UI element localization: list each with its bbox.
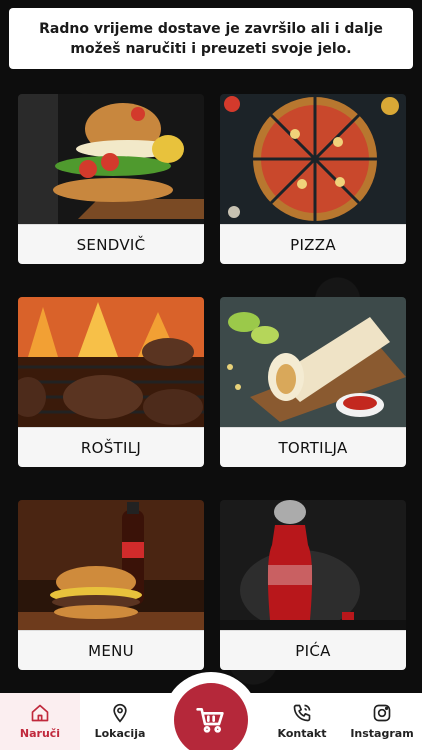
category-label: PIĆA (220, 630, 406, 670)
nav-item-contact[interactable]: Kontakt (262, 693, 342, 750)
category-label: TORTILJA (220, 427, 406, 467)
burger-and-cola-photo (18, 500, 204, 630)
tortilla-photo (220, 297, 406, 427)
cart-icon (196, 708, 224, 733)
delivery-hours-notice: Radno vrijeme dostave je završilo ali i … (9, 8, 413, 69)
cola-bottle-photo (220, 500, 406, 630)
nav-label: Instagram (350, 727, 414, 740)
category-card-tortilla[interactable]: TORTILJA (220, 297, 406, 467)
category-card-menu[interactable]: MENU (18, 500, 204, 670)
nav-item-instagram[interactable]: Instagram (342, 693, 422, 750)
home-icon (31, 704, 49, 722)
nav-label: Naruči (19, 727, 61, 740)
cart-button[interactable] (174, 683, 248, 750)
category-label: PIZZA (220, 224, 406, 264)
category-label: ROŠTILJ (18, 427, 204, 467)
grill-photo (18, 297, 204, 427)
nav-item-order[interactable]: Naruči (0, 693, 80, 750)
nav-label: Lokacija (94, 727, 146, 740)
category-card-pizza[interactable]: PIZZA (220, 94, 406, 264)
category-card-sandwich[interactable]: SENDVIČ (18, 94, 204, 264)
sandwich-photo (18, 94, 204, 224)
location-pin-icon (113, 703, 127, 723)
pizza-photo (220, 94, 406, 224)
phone-icon (293, 704, 311, 722)
category-label: SENDVIČ (18, 224, 204, 264)
instagram-icon (373, 704, 391, 722)
category-label: MENU (18, 630, 204, 670)
nav-label: Kontakt (277, 727, 327, 740)
notice-line-2: možeš naručiti i preuzeti svoje jelo. (70, 40, 352, 57)
nav-item-location[interactable]: Lokacija (80, 693, 160, 750)
category-card-grill[interactable]: ROŠTILJ (18, 297, 204, 467)
category-card-drinks[interactable]: PIĆA (220, 500, 406, 670)
notice-line-1: Radno vrijeme dostave je završilo ali i … (39, 20, 383, 37)
